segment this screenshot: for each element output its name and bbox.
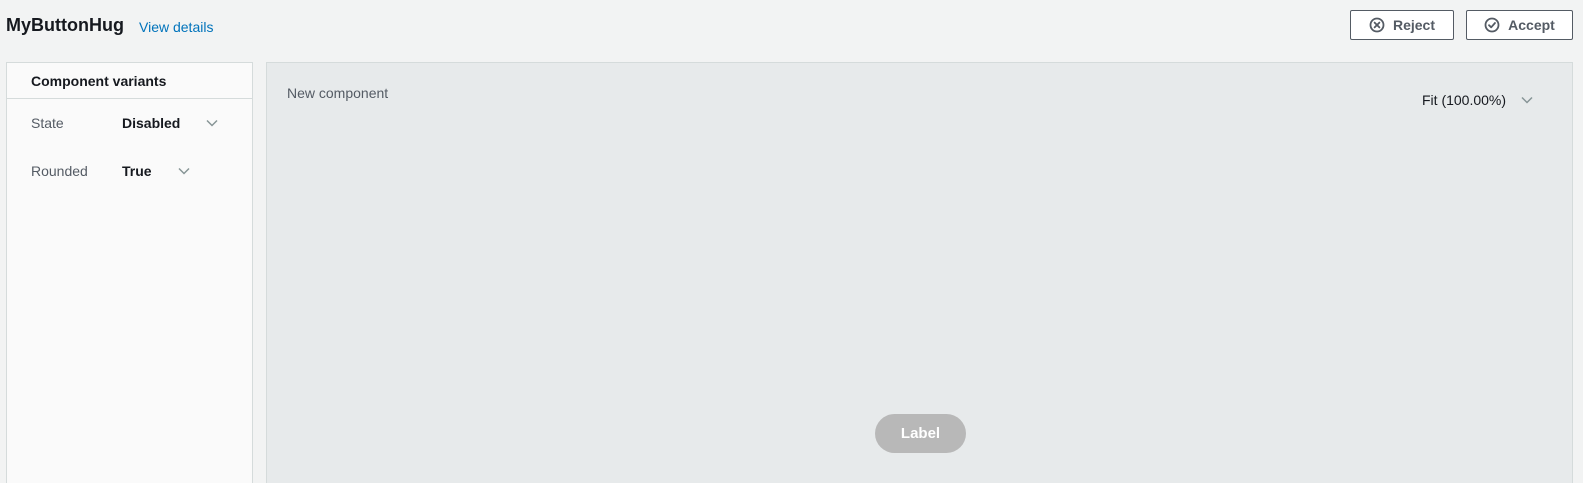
chevron-down-icon [1520,93,1534,107]
component-variants-panel: Component variants State Disabled Rounde… [6,62,253,483]
accept-button-label: Accept [1508,17,1555,33]
chevron-down-icon [177,164,191,178]
view-details-link[interactable]: View details [139,19,213,35]
variant-row-rounded: Rounded True [31,160,191,182]
reject-button-label: Reject [1392,17,1436,33]
variant-label-rounded: Rounded [31,163,88,179]
zoom-select-value: Fit (100.00%) [1422,92,1507,108]
variant-row-state: State Disabled [31,112,219,134]
preview-label-button: Label [875,414,966,453]
zoom-select[interactable]: Fit (100.00%) [1422,92,1534,108]
state-select[interactable]: Disabled [122,115,219,131]
variant-label-state: State [31,115,64,131]
chevron-down-icon [205,116,219,130]
header: MyButtonHug View details Reject Accept [0,0,1583,56]
component-title: MyButtonHug [6,15,124,35]
state-select-value: Disabled [122,115,181,131]
close-circle-icon [1369,17,1385,33]
accept-button[interactable]: Accept [1466,10,1573,40]
reject-button[interactable]: Reject [1350,10,1454,40]
preview-canvas: New component Fit (100.00%) Label [266,62,1573,483]
app-root: MyButtonHug View details Reject Accept C… [0,0,1583,483]
rounded-select[interactable]: True [122,163,191,179]
check-circle-icon [1484,17,1500,33]
rounded-select-value: True [122,163,152,179]
panel-title: Component variants [7,63,252,99]
canvas-title: New component [287,85,389,101]
